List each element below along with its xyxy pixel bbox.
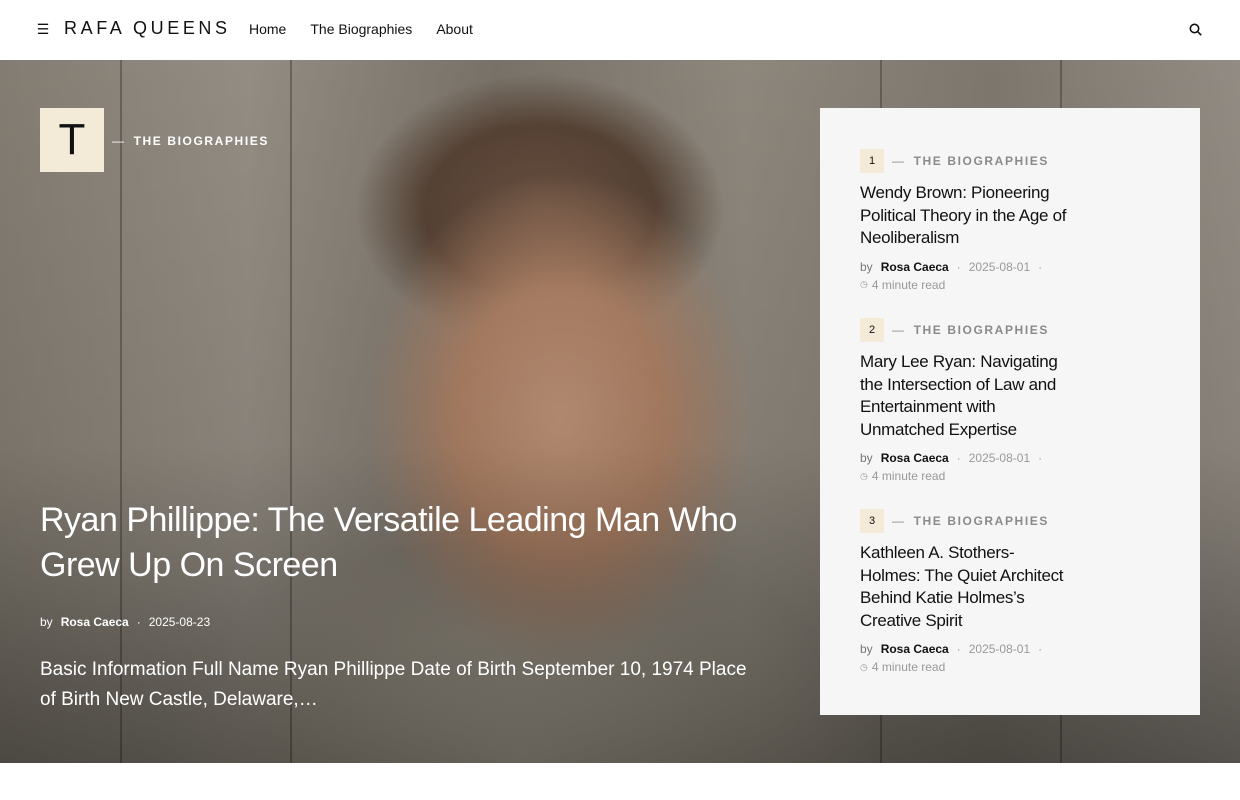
- trending-posts-panel: 1 — THE BIOGRAPHIES Wendy Brown: Pioneeri…: [820, 108, 1200, 715]
- post-date: 2025-08-01: [968, 642, 1031, 656]
- hamburger-icon[interactable]: ☰: [36, 20, 50, 38]
- post-meta: by Rosa Caeca · 2025-08-01 ·: [860, 260, 1070, 274]
- post-category-link[interactable]: — THE BIOGRAPHIES: [892, 154, 1049, 168]
- list-item: 3 — THE BIOGRAPHIES Kathleen A. Stothers-…: [860, 509, 1070, 674]
- by-label: by: [860, 451, 873, 465]
- meta-separator: ·: [956, 259, 961, 274]
- post-category-label: THE BIOGRAPHIES: [913, 323, 1049, 337]
- post-number: 2: [860, 318, 884, 342]
- post-category-label: THE BIOGRAPHIES: [913, 514, 1049, 528]
- post-category-link[interactable]: — THE BIOGRAPHIES: [892, 323, 1049, 337]
- by-label: by: [860, 259, 873, 274]
- post-number: 1: [860, 149, 884, 173]
- clock-icon: ◷: [860, 661, 868, 672]
- post-author-link[interactable]: Rosa Caeca: [881, 642, 949, 656]
- read-time-label: 4 minute read: [871, 660, 946, 674]
- featured-post: T — THE BIOGRAPHIES Ryan Phillippe: The V…: [0, 60, 1240, 763]
- read-time-label: 4 minute read: [871, 469, 946, 483]
- post-date: 2025-08-01: [968, 259, 1031, 274]
- post-title-link[interactable]: Kathleen A. Stothers-Holmes: The Quiet A…: [860, 542, 1070, 632]
- post-number: 3: [860, 509, 884, 533]
- list-item: 2 — THE BIOGRAPHIES Mary Lee Ryan: Naviga…: [860, 318, 1070, 483]
- post-author-link[interactable]: Rosa Caeca: [881, 451, 949, 465]
- hero-excerpt: Basic Information Full Name Ryan Phillip…: [40, 659, 747, 710]
- hero-date: 2025-08-23: [148, 615, 211, 629]
- hero-author-link[interactable]: Rosa Caeca: [61, 615, 129, 629]
- site-logo[interactable]: RAFA QUEENS: [64, 18, 231, 39]
- hero-meta: by Rosa Caeca · 2025-08-23: [40, 615, 210, 629]
- read-time: ◷ 4 minute read: [860, 660, 1070, 674]
- hero-category-label: THE BIOGRAPHIES: [133, 134, 269, 148]
- hero-title[interactable]: Ryan Phillippe: The Versatile Leading Ma…: [40, 498, 800, 588]
- nav-home[interactable]: Home: [249, 20, 286, 38]
- by-label: by: [40, 615, 53, 629]
- clock-icon: ◷: [860, 470, 868, 481]
- nav-the-biographies[interactable]: The Biographies: [310, 20, 412, 38]
- hero-category-link[interactable]: — THE BIOGRAPHIES: [112, 134, 269, 148]
- post-category-link[interactable]: — THE BIOGRAPHIES: [892, 514, 1049, 528]
- meta-separator: ·: [1038, 259, 1043, 274]
- site-header: ☰ RAFA QUEENS Home The Biographies About: [0, 0, 1240, 60]
- post-category-label: THE BIOGRAPHIES: [913, 154, 1049, 168]
- main-nav: Home The Biographies About: [249, 20, 497, 38]
- post-meta: by Rosa Caeca · 2025-08-01 ·: [860, 642, 1070, 656]
- meta-separator: ·: [1038, 451, 1043, 465]
- meta-separator: ·: [956, 451, 961, 465]
- read-time: ◷ 4 minute read: [860, 278, 1070, 292]
- read-time: ◷ 4 minute read: [860, 469, 1070, 483]
- post-title-link[interactable]: Wendy Brown: Pioneering Political Theory…: [860, 182, 1070, 250]
- nav-about[interactable]: About: [436, 20, 473, 38]
- meta-separator: ·: [1038, 642, 1043, 656]
- search-icon[interactable]: [1188, 20, 1202, 38]
- post-meta: by Rosa Caeca · 2025-08-01 ·: [860, 451, 1070, 465]
- meta-separator: ·: [956, 642, 961, 656]
- list-item: 1 — THE BIOGRAPHIES Wendy Brown: Pioneeri…: [860, 149, 1070, 292]
- read-time-label: 4 minute read: [871, 277, 946, 292]
- post-date: 2025-08-01: [968, 451, 1031, 465]
- clock-icon: ◷: [860, 279, 868, 289]
- post-title-link[interactable]: Mary Lee Ryan: Navigating the Intersecti…: [860, 351, 1070, 441]
- meta-separator: ·: [136, 615, 141, 629]
- by-label: by: [860, 642, 873, 656]
- category-badge: T: [40, 108, 104, 172]
- post-author-link[interactable]: Rosa Caeca: [881, 260, 949, 274]
